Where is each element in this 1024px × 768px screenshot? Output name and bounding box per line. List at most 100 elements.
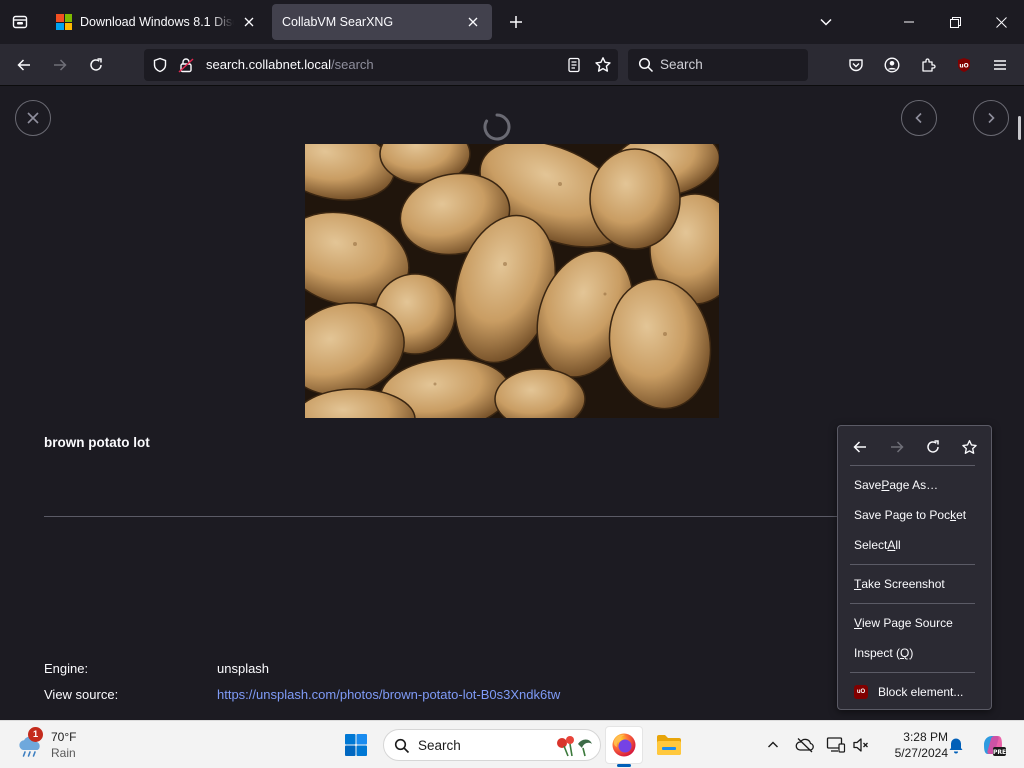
taskbar-file-explorer[interactable] bbox=[650, 726, 688, 764]
system-clock[interactable]: 3:28 PM 5/27/2024 bbox=[878, 729, 948, 761]
context-back-button[interactable] bbox=[846, 434, 874, 460]
taskbar-search-placeholder: Search bbox=[418, 738, 461, 753]
list-all-tabs-button[interactable] bbox=[812, 8, 840, 36]
onedrive-offline-icon[interactable] bbox=[794, 734, 816, 756]
svg-text:uO: uO bbox=[959, 63, 968, 70]
next-image-button[interactable] bbox=[973, 100, 1009, 136]
chevron-up-icon bbox=[768, 741, 778, 748]
reader-view-icon[interactable] bbox=[566, 57, 582, 77]
start-button[interactable] bbox=[341, 730, 371, 760]
account-button[interactable] bbox=[877, 50, 907, 80]
view-source-link[interactable]: https://unsplash.com/photos/brown-potato… bbox=[217, 687, 560, 702]
reload-icon bbox=[90, 58, 102, 71]
view-source-label: View source: bbox=[44, 687, 119, 702]
result-image[interactable] bbox=[305, 144, 719, 418]
copilot-pre-icon: PRE bbox=[984, 736, 1006, 756]
firefox-icon bbox=[612, 733, 636, 757]
arrow-right-icon bbox=[891, 441, 904, 453]
plus-icon bbox=[510, 16, 522, 28]
taskbar: 1 70°F Rain Search 3:28 PM 5/27/2024 PRE bbox=[0, 720, 1024, 768]
search-placeholder: Search bbox=[660, 57, 703, 72]
context-menu: Save Page As… Save Page to Poc k et Select… bbox=[837, 425, 992, 710]
pocket-button[interactable] bbox=[841, 50, 871, 80]
close-icon bbox=[27, 112, 39, 124]
maximize-button[interactable] bbox=[932, 0, 978, 44]
taskbar-firefox[interactable] bbox=[605, 726, 643, 764]
show-hidden-icons-button[interactable] bbox=[762, 734, 784, 756]
volume-muted-icon[interactable] bbox=[850, 734, 872, 756]
copilot-button[interactable]: PRE bbox=[980, 734, 1006, 756]
url-host: search.collabnet.local bbox=[206, 57, 332, 72]
reload-button[interactable] bbox=[81, 50, 111, 80]
context-reload-button[interactable] bbox=[919, 434, 947, 460]
forward-button[interactable] bbox=[45, 50, 75, 80]
url-text: search.collabnet.local/search bbox=[206, 57, 374, 72]
pocket-icon bbox=[849, 59, 863, 72]
arrow-left-icon bbox=[853, 441, 866, 453]
ublock-origin-icon: uO bbox=[854, 685, 868, 699]
active-app-indicator bbox=[617, 764, 631, 767]
bookmark-star-icon bbox=[961, 439, 977, 454]
save-page-as-item[interactable]: Save Page As… bbox=[839, 472, 990, 498]
save-page-to-pocket-item[interactable]: Save Page to Poc k et bbox=[839, 502, 990, 528]
arrow-right-icon bbox=[54, 59, 67, 71]
close-icon bbox=[468, 17, 478, 27]
firefox-view-button[interactable] bbox=[6, 8, 34, 36]
notifications-button[interactable] bbox=[945, 734, 967, 756]
menu-separator bbox=[850, 672, 975, 673]
search-icon bbox=[638, 57, 654, 77]
weather-notification-badge: 1 bbox=[28, 727, 43, 742]
tab-title: Download Windows 8.1 Disc Image (ISO Fil… bbox=[80, 15, 234, 29]
engine-label: Engine: bbox=[44, 661, 89, 676]
image-title: brown potato lot bbox=[44, 435, 150, 450]
weather-widget[interactable]: 1 70°F Rain bbox=[16, 727, 96, 762]
previous-image-button[interactable] bbox=[901, 100, 937, 136]
take-screenshot-item[interactable]: Take Screenshot bbox=[839, 571, 990, 597]
ublock-origin-button[interactable]: uO bbox=[949, 50, 979, 80]
folder-icon bbox=[657, 735, 681, 755]
search-icon bbox=[394, 738, 410, 754]
search-bar[interactable]: Search bbox=[628, 49, 808, 81]
clock-time: 3:28 PM bbox=[903, 730, 948, 744]
clock-date: 5/27/2024 bbox=[894, 746, 948, 760]
windows-logo-icon bbox=[345, 734, 367, 756]
microsoft-logo-icon bbox=[56, 14, 72, 30]
navigation-toolbar: search.collabnet.local/search Search uO bbox=[0, 44, 1024, 86]
arrow-left-icon bbox=[17, 59, 30, 71]
new-tab-button[interactable] bbox=[502, 8, 530, 36]
tab-close-button[interactable] bbox=[240, 13, 258, 31]
divider bbox=[44, 516, 844, 517]
minimize-button[interactable] bbox=[886, 0, 932, 44]
tab-collabvm-searxng[interactable]: CollabVM SearXNG bbox=[272, 4, 492, 40]
back-button[interactable] bbox=[9, 50, 39, 80]
chevron-left-icon bbox=[915, 112, 922, 124]
view-page-source-item[interactable]: View Page Source bbox=[839, 610, 990, 636]
inspect-item[interactable]: Inspect (Q) bbox=[839, 640, 990, 666]
puzzle-icon bbox=[922, 58, 936, 72]
close-icon bbox=[244, 17, 254, 27]
minimize-icon bbox=[904, 21, 914, 23]
weather-condition: Rain bbox=[51, 746, 76, 760]
close-image-viewer-button[interactable] bbox=[15, 100, 51, 136]
tracking-protection-shield-icon[interactable] bbox=[152, 57, 168, 77]
loading-spinner-icon bbox=[483, 113, 511, 141]
context-forward-button[interactable] bbox=[883, 434, 911, 460]
scrollbar[interactable] bbox=[1018, 116, 1021, 140]
tab-close-button[interactable] bbox=[464, 13, 482, 31]
window-close-button[interactable] bbox=[978, 0, 1024, 44]
insecure-lock-icon[interactable] bbox=[178, 57, 194, 77]
display-network-icon[interactable] bbox=[825, 734, 847, 756]
taskbar-search-box[interactable]: Search bbox=[383, 729, 601, 761]
url-bar[interactable]: search.collabnet.local/search bbox=[144, 49, 618, 81]
search-highlight-flowers-icon bbox=[557, 736, 592, 757]
bookmark-star-icon[interactable] bbox=[594, 56, 612, 78]
select-all-item[interactable]: Select All bbox=[839, 532, 990, 558]
extensions-button[interactable] bbox=[913, 50, 943, 80]
chevron-right-icon bbox=[988, 112, 995, 124]
block-element-item[interactable]: uO Block element... bbox=[839, 679, 990, 705]
menu-separator bbox=[850, 564, 975, 565]
bell-icon bbox=[949, 738, 963, 754]
context-bookmark-button[interactable] bbox=[955, 434, 983, 460]
app-menu-button[interactable] bbox=[985, 50, 1015, 80]
tab-windows-download[interactable]: Download Windows 8.1 Disc Image (ISO Fil… bbox=[46, 4, 268, 40]
